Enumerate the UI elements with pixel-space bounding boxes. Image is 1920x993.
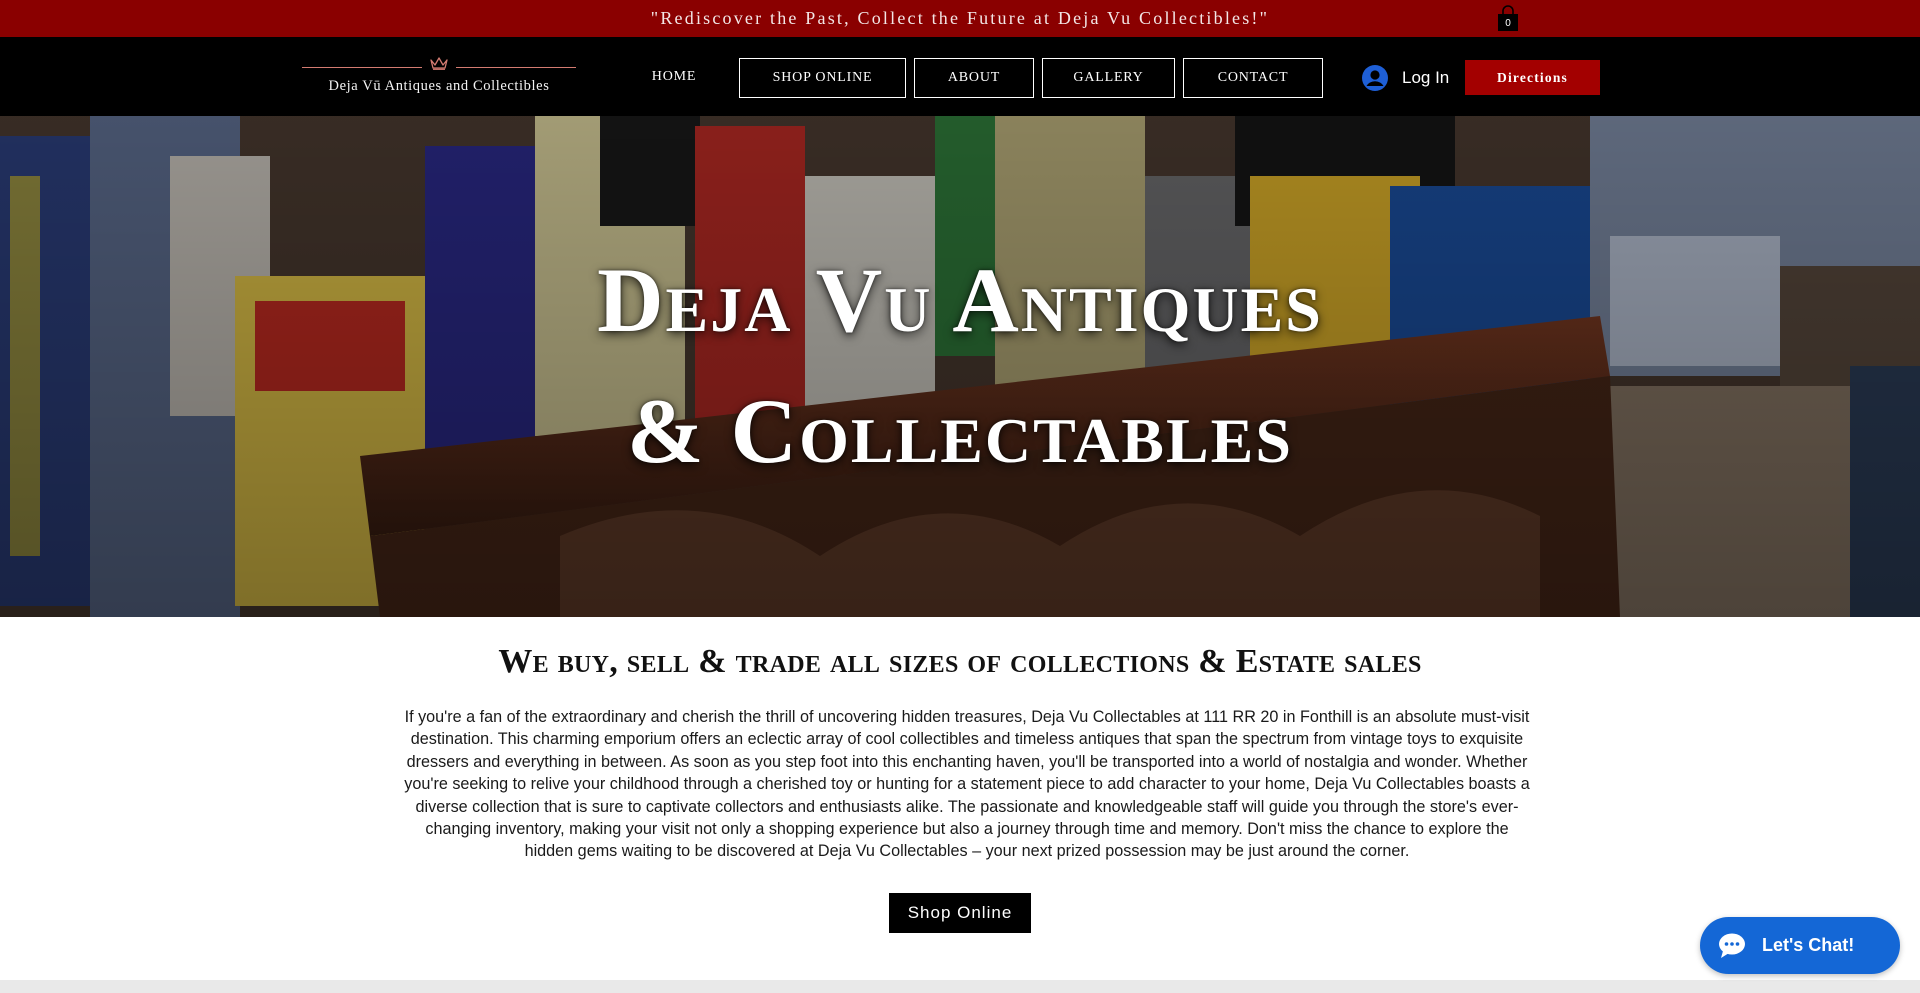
intro-paragraph: If you're a fan of the extraordinary and… xyxy=(404,708,1530,861)
chat-widget-button[interactable]: Let's Chat! xyxy=(1700,917,1900,974)
next-section-edge xyxy=(0,980,1920,993)
user-avatar-icon xyxy=(1362,65,1388,91)
chat-bubble-icon xyxy=(1719,933,1745,958)
announcement-text: "Rediscover the Past, Collect the Future… xyxy=(650,8,1270,28)
cart-button[interactable]: 0 xyxy=(1497,4,1519,32)
nav-contact[interactable]: CONTACT xyxy=(1183,58,1323,98)
announcement-bar: "Rediscover the Past, Collect the Future… xyxy=(0,0,1920,37)
nav-about[interactable]: ABOUT xyxy=(914,58,1034,98)
crown-icon xyxy=(430,57,448,70)
nav-shop-online[interactable]: SHOP ONLINE xyxy=(739,58,906,98)
login-label: Log In xyxy=(1402,68,1450,87)
chat-label: Let's Chat! xyxy=(1762,935,1855,955)
hero-banner: Deja Vu Antiques & Collectables xyxy=(0,116,1920,617)
cart-count: 0 xyxy=(1505,18,1511,29)
hero-title-line-2: & Collectables xyxy=(627,380,1293,482)
section-heading: We buy, sell & trade all sizes of collec… xyxy=(498,643,1422,680)
nav-gallery[interactable]: GALLERY xyxy=(1042,58,1175,98)
brand-rule-right xyxy=(456,67,576,68)
brand-logo[interactable]: Deja Vū Antiques and Collectibles xyxy=(302,56,576,101)
shop-online-button[interactable]: Shop Online xyxy=(889,893,1031,933)
directions-button[interactable]: Directions xyxy=(1465,60,1600,95)
hero-background-image xyxy=(0,116,1920,617)
brand-name: Deja Vū Antiques and Collectibles xyxy=(328,78,550,94)
brand-rule-left xyxy=(302,67,422,68)
nav-home[interactable]: HOME xyxy=(632,58,716,98)
hero-title-line-1: Deja Vu Antiques xyxy=(597,249,1323,351)
